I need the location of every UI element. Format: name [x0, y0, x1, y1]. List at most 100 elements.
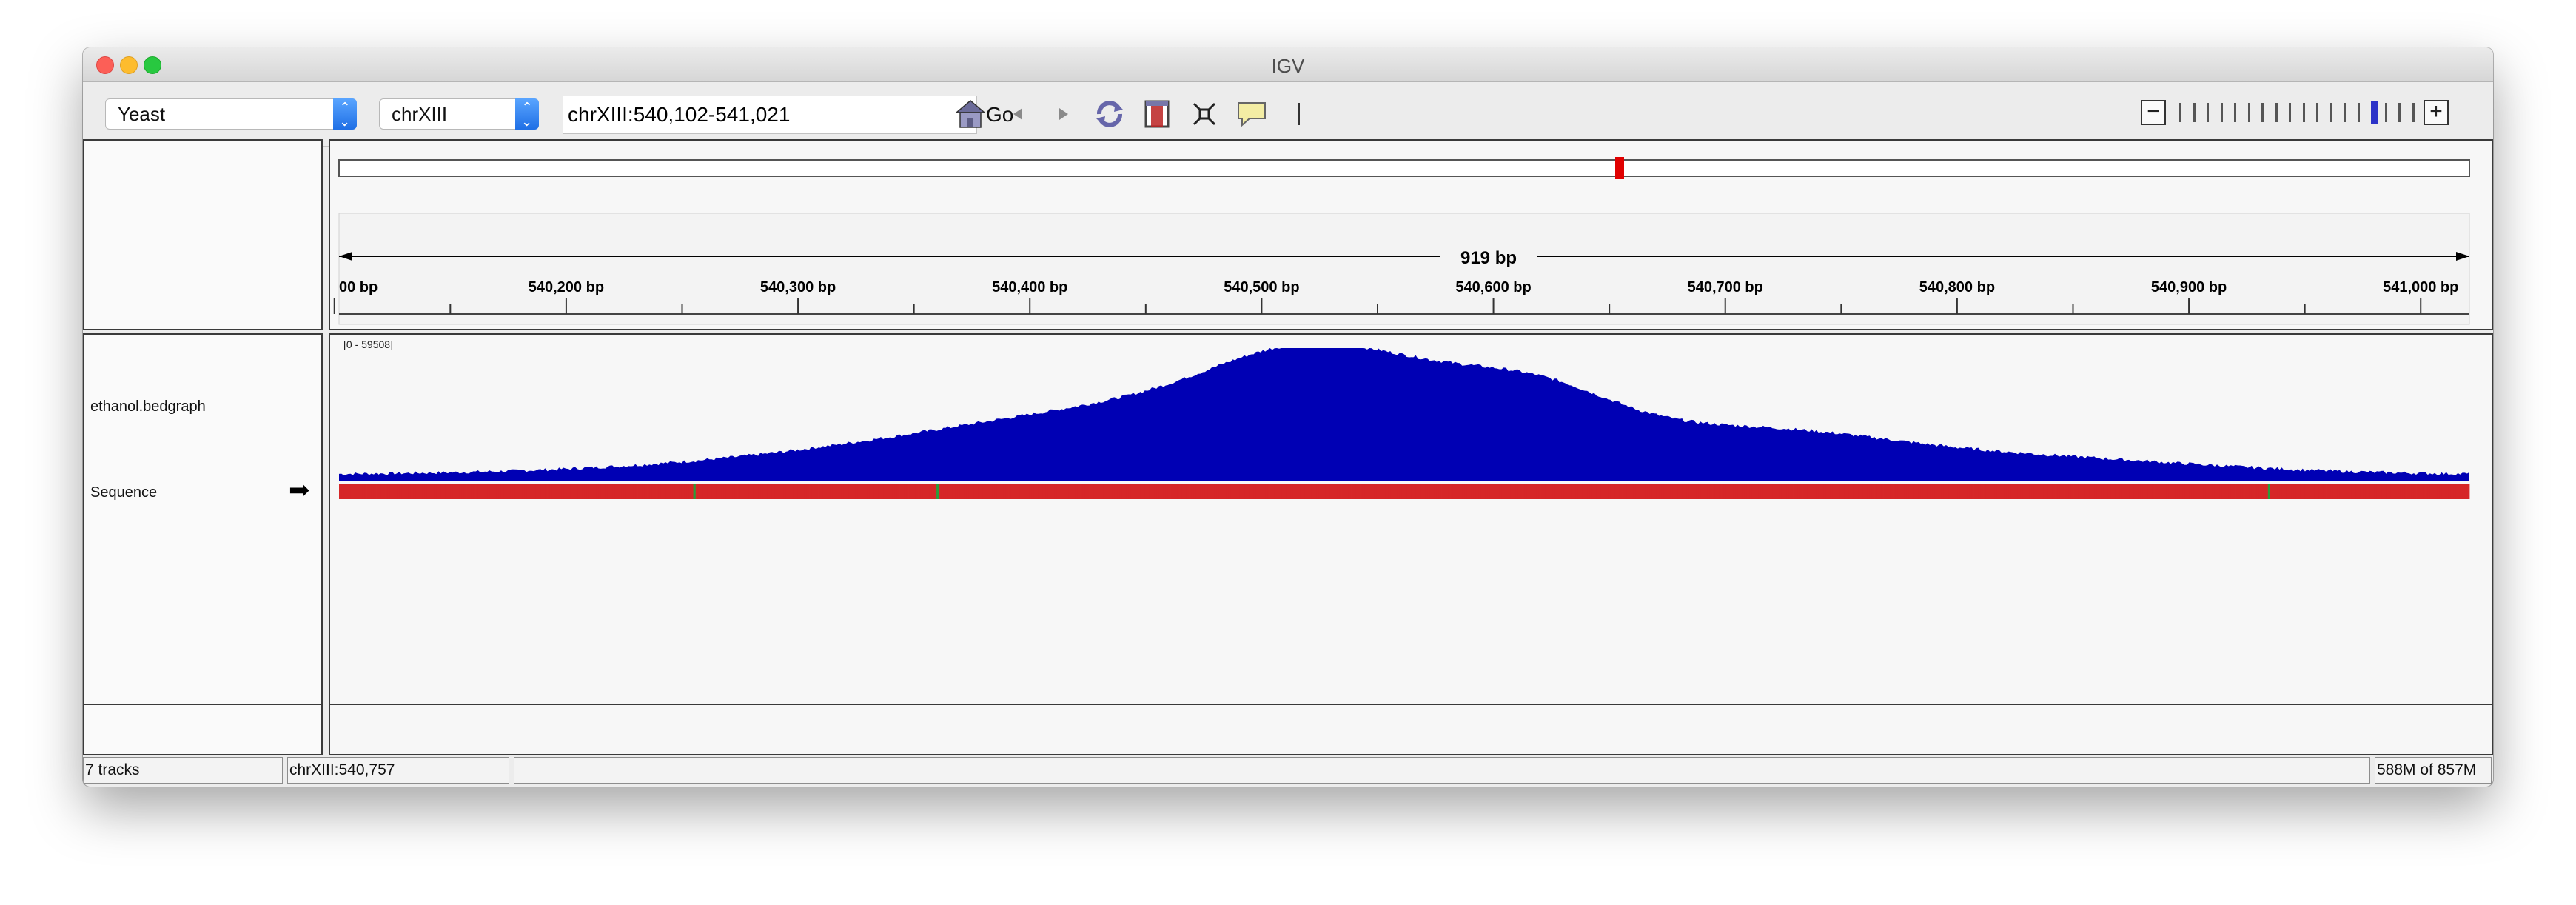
- sequence-base: [1520, 484, 1523, 499]
- coverage-track[interactable]: [0 - 59508]: [330, 335, 2492, 745]
- ruler-line-icon[interactable]: [1282, 97, 1316, 131]
- zoom-level-tick[interactable]: [2207, 103, 2209, 122]
- chromosome-dropdown[interactable]: chrXIII ⌃ ⌃: [379, 98, 539, 130]
- sequence-base: [2033, 484, 2037, 499]
- sequence-base: [1056, 484, 1060, 499]
- sequence-base: [566, 484, 569, 499]
- zoom-level-tick[interactable]: [2330, 103, 2332, 122]
- zoom-level-tick[interactable]: [2234, 103, 2236, 122]
- back-arrow-icon[interactable]: [1001, 97, 1035, 131]
- zoom-in-button[interactable]: +: [2424, 100, 2449, 125]
- sequence-base: [1399, 484, 1403, 499]
- sequence-base: [1364, 484, 1368, 499]
- sequence-base: [1885, 484, 1889, 499]
- popup-info-icon[interactable]: [1235, 97, 1269, 131]
- sequence-base: [487, 484, 490, 499]
- sequence-base: [2064, 484, 2067, 499]
- sequence-base: [1904, 484, 1908, 499]
- sequence-base: [1830, 484, 1834, 499]
- zoom-level-tick[interactable]: [2193, 103, 2196, 122]
- zoom-level-selected[interactable]: [2371, 101, 2378, 124]
- sequence-base: [677, 484, 680, 499]
- sequence-base: [1167, 484, 1171, 499]
- sequence-base: [1005, 484, 1009, 499]
- sequence-base: [1200, 484, 1204, 499]
- track-name-sequence[interactable]: Sequence: [90, 484, 157, 501]
- sequence-base: [1656, 484, 1660, 499]
- sequence-base: [1994, 484, 1998, 499]
- sequence-base: [1369, 484, 1372, 499]
- sequence-base: [2080, 484, 2083, 499]
- sequence-base: [1036, 484, 1039, 499]
- sequence-base: [1694, 484, 1697, 499]
- sequence-base: [364, 484, 367, 499]
- zoom-level-tick[interactable]: [2220, 103, 2223, 122]
- zoom-level-tick[interactable]: [2384, 103, 2387, 122]
- sequence-base: [1682, 484, 1685, 499]
- genome-dropdown[interactable]: Yeast ⌃ ⌃: [105, 98, 357, 130]
- zoom-level-tick[interactable]: [2412, 103, 2415, 122]
- sequence-base: [2441, 484, 2444, 499]
- forward-arrow-icon[interactable]: [1047, 97, 1081, 131]
- sequence-base: [1557, 484, 1560, 499]
- sequence-base: [959, 484, 962, 499]
- ruler-tick-label: 540,700 bp: [1688, 279, 1763, 295]
- locus-input[interactable]: chrXIII:540,102-541,021: [563, 96, 977, 134]
- zoom-level-tick[interactable]: [2316, 103, 2318, 122]
- sequence-base: [2404, 484, 2407, 499]
- zoom-level-tick[interactable]: [2344, 103, 2346, 122]
- sequence-base: [1911, 484, 1914, 499]
- sequence-base: [2376, 484, 2380, 499]
- sequence-base: [621, 484, 625, 499]
- track-name-ethanol[interactable]: ethanol.bedgraph: [90, 398, 206, 415]
- zoom-level-tick[interactable]: [2398, 103, 2401, 122]
- sequence-base: [867, 484, 870, 499]
- sequence-base: [1828, 484, 1831, 499]
- sequence-base: [1774, 484, 1778, 499]
- home-icon[interactable]: [953, 97, 987, 131]
- region-of-interest-icon[interactable]: [1140, 97, 1174, 131]
- resize-to-window-icon[interactable]: [1187, 97, 1221, 131]
- sequence-base: [1717, 484, 1720, 499]
- sequence-base: [2363, 484, 2366, 499]
- zoom-level-tick[interactable]: [2275, 103, 2278, 122]
- sequence-base: [2062, 484, 2065, 499]
- sequence-base: [610, 484, 613, 499]
- sequence-base: [1244, 484, 1247, 499]
- sequence-base: [2145, 484, 2148, 499]
- sequence-base: [420, 484, 423, 499]
- sequence-base: [2247, 484, 2250, 499]
- zoom-level-tick[interactable]: [2289, 103, 2291, 122]
- zoom-level-tick[interactable]: [2247, 103, 2250, 122]
- sequence-base: [2022, 484, 2025, 499]
- sequence-strand-arrow-icon[interactable]: ➡: [289, 475, 310, 505]
- sequence-base: [779, 484, 782, 499]
- sequence-base: [797, 484, 800, 499]
- sequence-base: [1462, 484, 1465, 499]
- zoom-level-tick[interactable]: [2302, 103, 2305, 122]
- zoom-out-button[interactable]: −: [2141, 100, 2166, 125]
- sequence-base: [825, 484, 828, 499]
- zoom-level-tick[interactable]: [2357, 103, 2360, 122]
- sequence-base: [2323, 484, 2327, 499]
- sequence-base: [950, 484, 953, 499]
- sequence-base: [962, 484, 965, 499]
- sequence-base: [1381, 484, 1384, 499]
- sequence-base: [925, 484, 928, 499]
- zoom-level-tick[interactable]: [2261, 103, 2264, 122]
- sequence-base: [1762, 484, 1766, 499]
- refresh-icon[interactable]: [1093, 97, 1127, 131]
- sequence-base: [1832, 484, 1836, 499]
- sequence-base: [1899, 484, 1902, 499]
- sequence-base: [2332, 484, 2335, 499]
- zoom-level-tick[interactable]: [2179, 103, 2181, 122]
- sequence-base: [830, 484, 833, 499]
- sequence-base: [575, 484, 578, 499]
- sequence-base: [931, 484, 935, 499]
- sequence-base: [1922, 484, 1926, 499]
- sequence-base: [1050, 484, 1053, 499]
- sequence-base: [594, 484, 597, 499]
- sequence-base: [885, 484, 888, 499]
- sequence-base: [711, 484, 715, 499]
- sequence-base: [1538, 484, 1541, 499]
